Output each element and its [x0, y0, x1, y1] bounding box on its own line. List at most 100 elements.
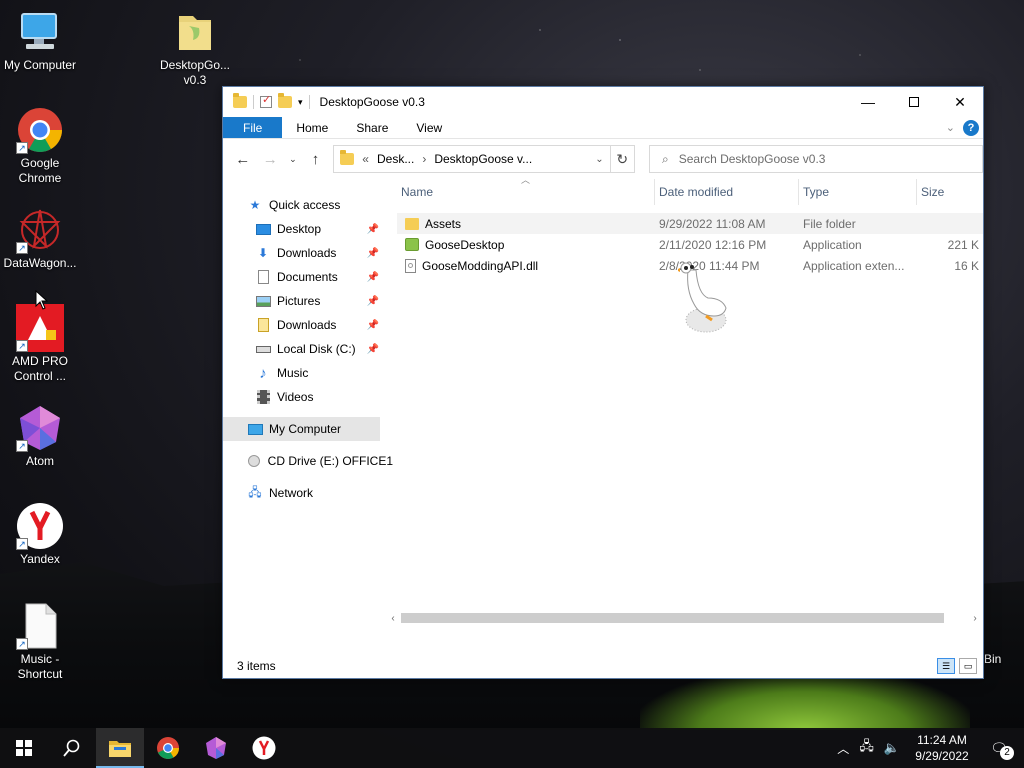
address-dropdown-icon[interactable]: ⌄ — [595, 154, 603, 165]
desktop-icon-desktopgoose[interactable]: DesktopGo... v0.3 — [155, 8, 235, 88]
column-size[interactable]: Size — [917, 179, 981, 205]
nav-network[interactable]: 🖧 Network — [223, 481, 383, 505]
nav-desktop[interactable]: Desktop 📌 — [223, 217, 383, 241]
pin-icon: 📌 — [366, 319, 379, 331]
desktop-icon-music-shortcut[interactable]: ↗ Music - Shortcut — [0, 602, 80, 682]
title-bar[interactable]: ✓ ▾ DesktopGoose v0.3 — ✕ — [223, 87, 983, 117]
tab-home[interactable]: Home — [282, 117, 342, 138]
taskbar-yandex[interactable] — [240, 728, 288, 768]
clock[interactable]: 11:24 AM 9/29/2022 — [910, 732, 974, 764]
desktop-icon-google-chrome[interactable]: ↗ Google Chrome — [0, 106, 80, 186]
table-row[interactable]: Assets 9/29/2022 11:08 AM File folder — [397, 213, 983, 234]
horizontal-scrollbar[interactable]: ‹ › — [385, 610, 983, 626]
forward-button[interactable]: → — [261, 151, 281, 168]
nav-local-disk[interactable]: Local Disk (C:) 📌 — [223, 337, 383, 361]
details-view-button[interactable]: ☰ — [937, 658, 955, 674]
breadcrumb-desktop[interactable]: Desk... — [377, 152, 414, 166]
dll-file-icon — [405, 258, 416, 273]
nav-quick-access[interactable]: ★ Quick access — [223, 193, 383, 217]
table-row[interactable]: GooseDesktop 2/11/2020 12:16 PM Applicat… — [397, 234, 983, 255]
tab-file[interactable]: File — [223, 117, 283, 138]
nav-my-computer[interactable]: My Computer — [223, 417, 380, 441]
datawagon-icon: ↗ — [16, 206, 64, 254]
recycle-bin-label[interactable]: Bin — [984, 652, 1001, 666]
desktop-icon-label: Google Chrome — [18, 156, 62, 185]
window-title: DesktopGoose v0.3 — [319, 95, 425, 109]
search-placeholder: Search DesktopGoose v0.3 — [678, 152, 826, 166]
nav-downloads-folder[interactable]: Downloads 📌 — [223, 313, 383, 337]
nav-music[interactable]: ♪ Music — [223, 361, 383, 385]
address-root-chevrons[interactable]: « — [362, 152, 369, 166]
desktop-icon-datawagon[interactable]: ↗ DataWagon... — [0, 206, 80, 271]
file-size: 221 K — [947, 237, 979, 252]
new-folder-icon[interactable] — [278, 93, 292, 108]
refresh-button[interactable]: ↻ — [609, 145, 635, 173]
expand-ribbon-icon[interactable]: ⌄ — [946, 121, 955, 134]
search-icon: ⌕ — [662, 151, 669, 166]
application-icon — [405, 238, 419, 251]
start-button[interactable] — [0, 728, 48, 768]
nav-downloads[interactable]: ⬇ Downloads 📌 — [223, 241, 383, 265]
scroll-track[interactable] — [401, 613, 967, 623]
file-type: Application — [803, 237, 862, 252]
amd-icon: ↗ — [16, 304, 64, 352]
file-name: Assets — [425, 216, 462, 231]
desktop-icon-yandex[interactable]: ↗ Yandex — [0, 502, 80, 567]
scroll-thumb[interactable] — [401, 613, 945, 623]
back-button[interactable]: ← — [233, 151, 253, 168]
desktop-icon-my-computer[interactable]: My Computer — [0, 8, 80, 73]
nav-videos[interactable]: Videos — [223, 385, 383, 409]
taskbar-file-explorer[interactable] — [96, 728, 144, 768]
network-icon: 🖧 — [248, 484, 262, 499]
quick-access-toolbar: ✓ ▾ — [223, 93, 310, 109]
desktop-icon-amd-pro-control[interactable]: ↗ AMD PRO Control ... — [0, 304, 80, 384]
windows-logo-icon — [16, 740, 32, 756]
ribbon-right-controls: ⌄ ? — [946, 117, 983, 138]
action-center-button[interactable]: 🗨 2 — [984, 736, 1014, 760]
shortcut-arrow-icon: ↗ — [16, 638, 28, 650]
folder-icon — [233, 93, 247, 108]
pin-icon: 📌 — [366, 271, 379, 283]
volume-icon[interactable]: 🔈 — [884, 740, 900, 756]
tab-share[interactable]: Share — [342, 117, 402, 138]
sort-up-icon: ︿ — [521, 175, 531, 185]
recent-locations-button[interactable]: ⌄ — [288, 154, 298, 165]
search-box[interactable]: ⌕ Search DesktopGoose v0.3 — [649, 145, 984, 173]
nav-cd-drive[interactable]: CD Drive (E:) OFFICE1 — [223, 449, 393, 473]
nav-label: Downloads — [277, 318, 337, 332]
network-tray-icon[interactable]: 🖧 — [859, 737, 874, 759]
file-name-cell: Assets — [397, 217, 655, 231]
search-button[interactable] — [48, 728, 96, 768]
breadcrumb-desktopgoose[interactable]: DesktopGoose v... — [434, 152, 532, 166]
tab-view[interactable]: View — [402, 117, 456, 138]
help-button[interactable]: ? — [963, 119, 979, 136]
minimize-button[interactable]: — — [845, 87, 891, 117]
nav-documents[interactable]: Documents 📌 — [223, 265, 383, 289]
star-icon: ★ — [249, 198, 261, 212]
nav-pictures[interactable]: Pictures 📌 — [223, 289, 383, 313]
column-type[interactable]: Type — [799, 179, 917, 205]
properties-icon[interactable]: ✓ — [260, 94, 272, 108]
pin-icon: 📌 — [366, 223, 379, 235]
maximize-icon — [909, 97, 919, 107]
desktop-icon-label: My Computer — [3, 58, 77, 72]
large-icons-view-button[interactable]: ▭ — [959, 658, 977, 674]
maximize-button[interactable] — [891, 87, 937, 117]
up-button[interactable]: ↑ — [306, 151, 326, 168]
notification-count-badge: 2 — [1000, 746, 1014, 760]
folder-icon — [340, 150, 355, 165]
show-hidden-icons-icon[interactable]: ︿ — [837, 740, 849, 757]
taskbar-atom[interactable] — [192, 728, 240, 768]
pin-icon: 📌 — [366, 247, 379, 259]
shortcut-arrow-icon: ↗ — [16, 142, 28, 154]
scroll-left-icon[interactable]: ‹ — [385, 613, 401, 624]
close-button[interactable]: ✕ — [937, 87, 983, 117]
column-date-modified[interactable]: Date modified — [655, 179, 799, 205]
address-bar[interactable]: « Desk... › DesktopGoose v... ⌄ — [333, 145, 611, 173]
customize-qat-icon[interactable]: ▾ — [298, 97, 303, 108]
ribbon-tabs: File Home Share View ⌄ ? — [223, 117, 983, 139]
zip-folder-icon — [171, 8, 219, 56]
scroll-right-icon[interactable]: › — [967, 613, 983, 624]
taskbar-chrome[interactable] — [144, 728, 192, 768]
desktop-icon-atom[interactable]: ↗ Atom — [0, 404, 80, 469]
